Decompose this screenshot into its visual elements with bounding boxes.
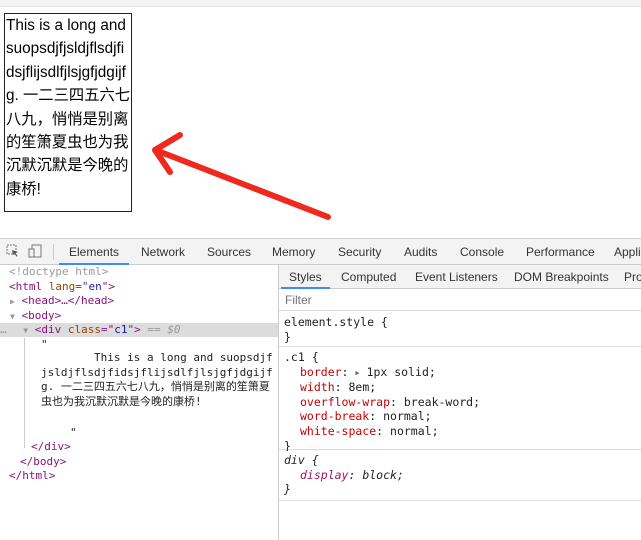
arrow-to-demo-box <box>152 132 331 220</box>
rule-element-style[interactable]: element.style { } <box>279 313 641 347</box>
selected-node-marker: == $0 <box>147 323 181 337</box>
rule-close-brace: } <box>284 329 291 344</box>
rule-selector: element.style { <box>284 315 388 329</box>
browser-top-strip <box>0 0 641 7</box>
tab-computed[interactable]: Computed <box>341 265 396 288</box>
tab-memory[interactable]: Memory <box>272 239 315 264</box>
rule-c1[interactable]: .c1 { border: ▶ 1px solid; width: 8em; o… <box>279 348 641 453</box>
collapse-triangle-icon[interactable]: ▼ <box>10 312 15 321</box>
demo-div-c1: This is a long and suopsdjfjsldjflsdjfid… <box>4 13 132 212</box>
tab-sources[interactable]: Sources <box>207 239 251 264</box>
elements-tree: <!doctype html> <html lang="en"> ▶ <head… <box>0 265 278 540</box>
sidebar-tabbar: Styles Computed Event Listeners DOM Brea… <box>279 265 641 289</box>
declaration-display[interactable]: display: block; <box>284 468 641 483</box>
text-node-content[interactable]: This is a long and suopsdjfjsldjflsdjfid… <box>41 351 276 409</box>
styles-filter-input[interactable] <box>279 289 641 311</box>
div-c1-node[interactable]: … ▼ <div class="c1"> == $0 <box>0 323 180 339</box>
head-tag: <head>…</head> <box>21 294 115 308</box>
declaration-white-space[interactable]: white-space: normal; <box>284 424 641 439</box>
more-actions-ellipsis[interactable]: … <box>0 323 7 336</box>
rule-div-user-agent[interactable]: div { display: block; } <box>279 451 641 501</box>
device-toolbar-icon[interactable] <box>28 244 42 258</box>
tab-styles[interactable]: Styles <box>281 265 330 289</box>
div-tag-name: div <box>41 323 62 337</box>
body-node[interactable]: ▼ <body> <box>10 309 61 325</box>
inspect-element-icon[interactable] <box>6 244 20 258</box>
html-close-tag[interactable]: </html> <box>9 469 55 484</box>
styles-sidebar: Styles Computed Event Listeners DOM Brea… <box>279 265 641 540</box>
property-name: width <box>300 380 335 395</box>
html-attr-name: lang <box>48 279 76 293</box>
property-value: 1px solid; <box>366 364 436 379</box>
tab-properties[interactable]: Pro <box>624 265 641 288</box>
div-attr-value: c1 <box>114 323 128 337</box>
tab-console[interactable]: Console <box>460 239 504 264</box>
property-name: overflow-wrap <box>300 394 391 409</box>
property-name: border <box>300 364 342 379</box>
body-close-tag[interactable]: </body> <box>20 455 66 470</box>
body-tag: <body> <box>21 308 62 322</box>
tab-dom-breakpoints[interactable]: DOM Breakpoints <box>514 265 609 288</box>
expand-triangle-icon[interactable]: ▶ <box>10 297 15 306</box>
tree-guide-line <box>24 338 25 448</box>
rule-close-brace: } <box>284 482 291 497</box>
doctype-node[interactable]: <!doctype html> <box>9 265 108 280</box>
declaration-border[interactable]: border: ▶ 1px solid; <box>284 365 641 381</box>
property-value: normal; <box>383 409 432 424</box>
tab-performance[interactable]: Performance <box>526 239 595 264</box>
property-name: display <box>300 467 349 482</box>
text-node-close-quote: " <box>70 425 77 439</box>
rule-selector: .c1 { <box>284 350 319 364</box>
html-attr-value: en <box>88 279 102 293</box>
tab-application[interactable]: Appli <box>614 239 641 264</box>
div-attr-name: class <box>67 323 101 337</box>
property-value: 8em; <box>348 380 377 395</box>
devtools-panel: Elements Network Sources Memory Security… <box>0 238 641 540</box>
tab-network[interactable]: Network <box>141 239 185 264</box>
property-value: break-word; <box>403 394 481 409</box>
devtools-tabbar: Elements Network Sources Memory Security… <box>0 239 641 265</box>
property-name: white-space <box>300 423 377 438</box>
expand-shorthand-icon[interactable]: ▶ <box>355 369 359 377</box>
declaration-overflow-wrap[interactable]: overflow-wrap: break-word; <box>284 395 641 410</box>
tab-security[interactable]: Security <box>338 239 381 264</box>
property-value: normal; <box>390 423 439 438</box>
head-node[interactable]: ▶ <head>…</head> <box>10 294 114 310</box>
declaration-width[interactable]: width: 8em; <box>284 380 641 395</box>
collapse-triangle-icon[interactable]: ▼ <box>23 326 28 335</box>
property-name: word-break <box>300 409 370 424</box>
tab-elements[interactable]: Elements <box>58 239 130 265</box>
div-close-tag[interactable]: </div> <box>31 440 71 455</box>
declaration-word-break[interactable]: word-break: normal; <box>284 409 641 424</box>
toolbar-divider <box>53 244 54 260</box>
tab-event-listeners[interactable]: Event Listeners <box>415 265 498 288</box>
html-node[interactable]: <html lang="en"> <box>9 280 115 295</box>
property-value: block; <box>362 467 404 482</box>
html-tag-name: html <box>15 279 43 293</box>
tab-audits[interactable]: Audits <box>404 239 437 264</box>
rule-selector: div { <box>284 453 319 467</box>
